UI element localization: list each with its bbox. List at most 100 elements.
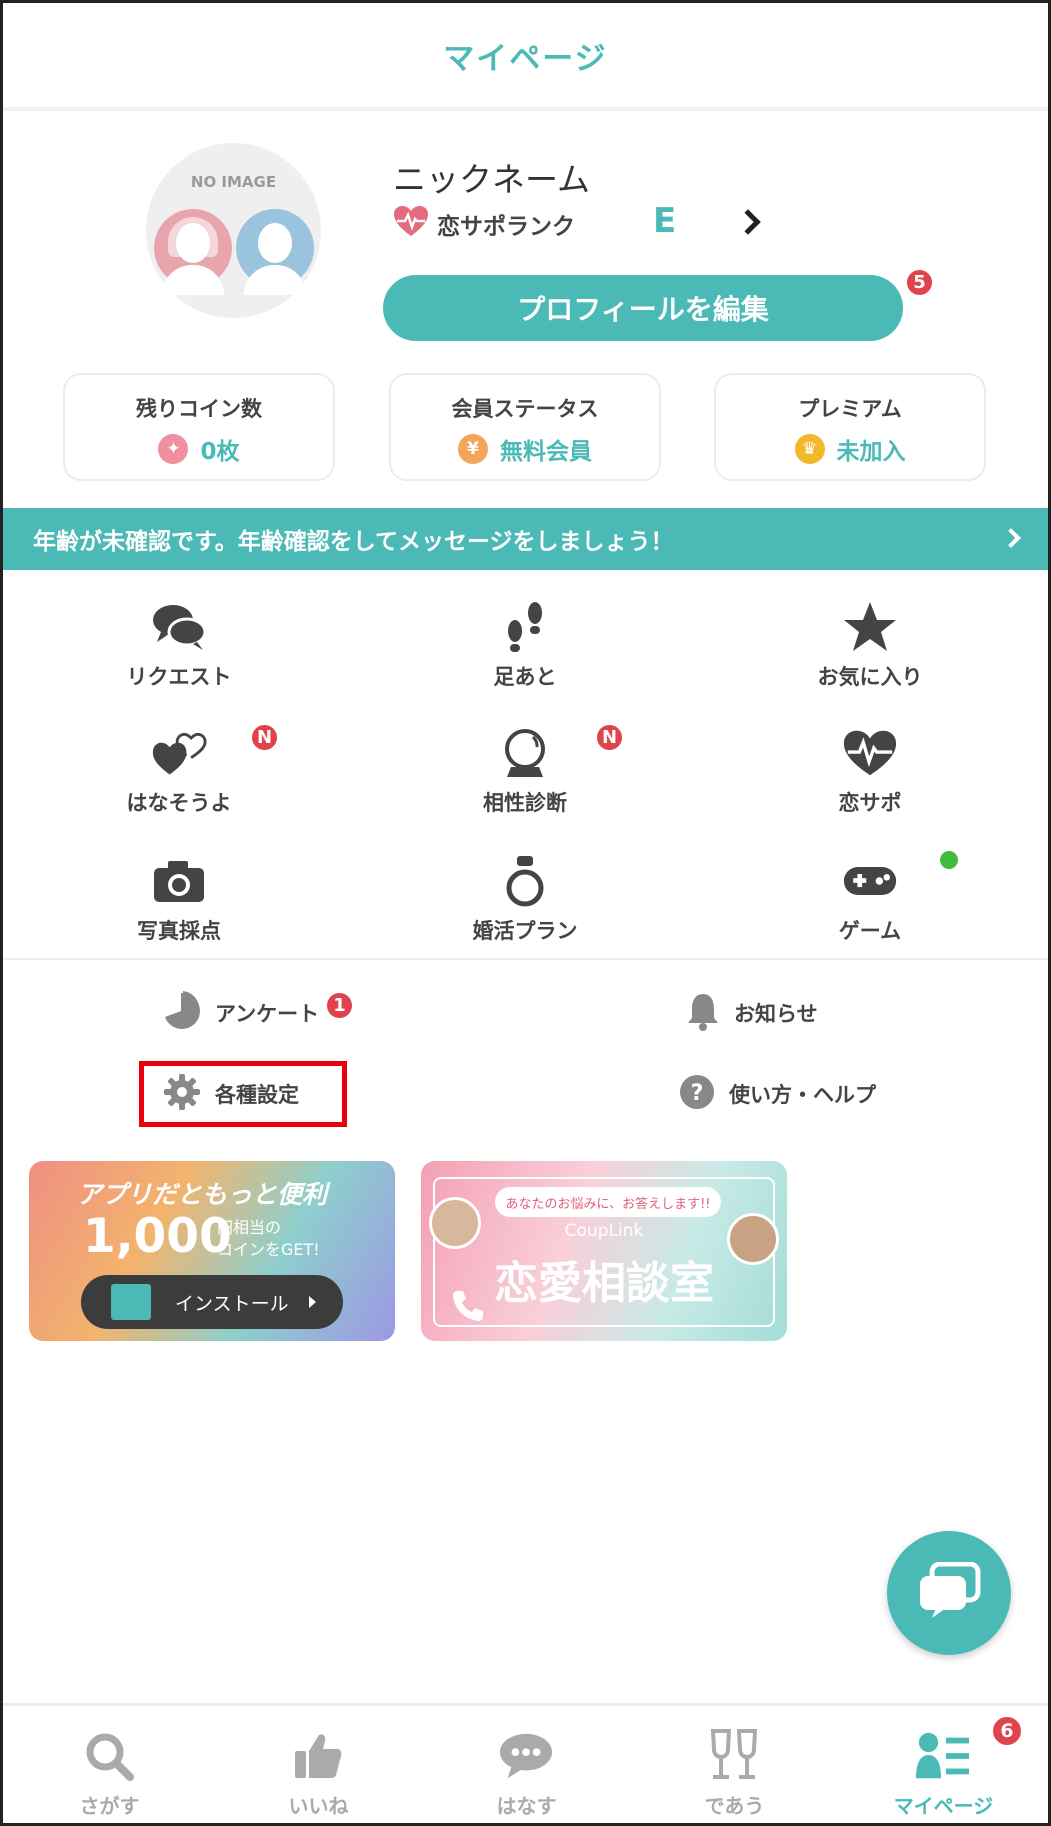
grid-item-favorites[interactable]: お気に入り <box>770 599 970 709</box>
grid-item-request[interactable]: リクエスト <box>79 599 279 709</box>
heart-pulse-icon <box>393 206 429 242</box>
app-banner-sub1: 円相当の <box>217 1218 282 1237</box>
premium-value: 未加入 <box>836 439 906 465</box>
app-banner-amount: 1,000 <box>83 1209 232 1264</box>
grid-label: 恋サポ <box>838 791 902 815</box>
rank-label: 恋サポランク <box>437 214 575 240</box>
app-install-banner[interactable]: アプリだともっと便利 1,000 円相当の コインをGET! インストール <box>29 1161 395 1341</box>
ring-icon <box>497 853 553 909</box>
survey-label: アンケート <box>215 1002 320 1026</box>
online-dot <box>940 851 958 869</box>
heart-pulse-icon <box>842 725 898 781</box>
grid-label: ゲーム <box>838 919 902 943</box>
grid-label: 婚活プラン <box>472 919 578 943</box>
rank-value: E <box>653 201 677 241</box>
app-frame: マイページ NO IMAGE ニックネーム 恋サポランク E プロフィールを編集… <box>0 0 1051 1826</box>
mypage-badge: 6 <box>991 1715 1023 1747</box>
hearts-icon <box>151 725 207 781</box>
woman-photo <box>429 1197 481 1249</box>
age-verification-banner[interactable]: 年齢が未確認です。年齢確認をしてメッセージをしましょう！ <box>3 508 1048 570</box>
rank-row[interactable]: 恋サポランク <box>393 206 575 242</box>
coin-icon: ✦ <box>158 434 189 464</box>
grid-item-hanasouyo[interactable]: はなそうよ <box>79 725 279 835</box>
chat-fab-button[interactable] <box>887 1531 1011 1655</box>
female-silhouette-icon <box>154 209 232 295</box>
mypage-icon <box>915 1728 971 1784</box>
grid-label: リクエスト <box>126 665 232 689</box>
consult-pill: あなたのお悩みに、お答えします!! <box>495 1187 721 1217</box>
nickname: ニックネーム <box>393 160 591 199</box>
grid-label: お気に入り <box>817 665 923 689</box>
app-banner-title: アプリだともっと便利 <box>77 1180 328 1209</box>
grid-label: 相性診断 <box>483 791 567 815</box>
gamepad-icon <box>842 853 898 909</box>
bell-icon <box>686 991 720 1035</box>
chat-bubbles-icon <box>916 1561 982 1624</box>
grid-item-game[interactable]: ゲーム <box>770 853 970 963</box>
tab-label: さがす <box>79 1794 140 1818</box>
edit-profile-badge: 5 <box>905 268 934 297</box>
phone-icon <box>451 1289 485 1327</box>
app-banner-sub2: コインをGET! <box>217 1240 320 1259</box>
member-status-card[interactable]: 会員ステータス ¥ 無料会員 <box>389 373 661 481</box>
play-arrow-icon <box>308 1296 316 1308</box>
install-label: インストール <box>175 1292 289 1315</box>
notice-label: お知らせ <box>734 1002 818 1026</box>
install-button[interactable]: インストール <box>81 1275 343 1329</box>
coin-title: 残りコイン数 <box>136 397 262 421</box>
premium-icon: ♛ <box>794 434 825 464</box>
grid-label: はなそうよ <box>126 791 232 815</box>
new-badge: N <box>595 723 624 752</box>
grid-item-koisapo[interactable]: 恋サポ <box>770 725 970 835</box>
tab-like[interactable]: いいね <box>214 1706 423 1823</box>
tab-label: であう <box>704 1794 765 1818</box>
glasses-icon <box>706 1728 762 1784</box>
edit-profile-label: プロフィールを編集 <box>517 293 769 326</box>
grid-item-footprints[interactable]: 足あと <box>425 599 625 709</box>
tab-search[interactable]: さがす <box>5 1706 214 1823</box>
grid-label: 写真採点 <box>137 919 221 943</box>
chevron-right-icon <box>1001 528 1021 548</box>
grid-item-photo-rating[interactable]: 写真採点 <box>79 853 279 963</box>
star-icon <box>842 599 898 655</box>
notice-link[interactable]: お知らせ <box>686 991 818 1035</box>
yen-icon: ¥ <box>458 434 488 464</box>
bottom-tab-bar: さがす いいね はなす であう マイページ <box>3 1703 1048 1823</box>
premium-card[interactable]: プレミアム ♛ 未加入 <box>714 373 986 481</box>
survey-link[interactable]: アンケート <box>161 991 319 1035</box>
man-photo <box>727 1213 779 1265</box>
coupon-icon <box>111 1284 151 1320</box>
tab-talk[interactable]: はなす <box>422 1706 631 1823</box>
avatar[interactable]: NO IMAGE <box>146 143 321 318</box>
survey-badge: 1 <box>325 991 354 1020</box>
coin-value: 0枚 <box>200 439 240 465</box>
help-icon: ? <box>679 1074 715 1114</box>
tab-meet[interactable]: であう <box>630 1706 839 1823</box>
pie-chart-icon <box>161 991 201 1035</box>
member-status-value: 無料会員 <box>500 439 592 465</box>
search-icon <box>81 1728 137 1784</box>
chevron-right-icon[interactable] <box>735 209 761 235</box>
help-link[interactable]: ? 使い方・ヘルプ <box>679 1072 876 1116</box>
no-image-label: NO IMAGE <box>190 173 277 191</box>
speech-bubbles-icon <box>151 599 207 655</box>
tab-label: はなす <box>496 1794 557 1818</box>
tab-label: マイページ <box>893 1794 994 1818</box>
grid-label: 足あと <box>493 665 557 689</box>
camera-icon <box>151 853 207 909</box>
svg-text:?: ? <box>691 1081 704 1106</box>
member-status-title: 会員ステータス <box>451 397 599 421</box>
footprints-icon <box>497 599 553 655</box>
male-silhouette-icon <box>236 209 314 295</box>
grid-item-marriage-plan[interactable]: 婚活プラン <box>425 853 625 963</box>
coin-card[interactable]: 残りコイン数 ✦ 0枚 <box>63 373 335 481</box>
consultation-banner[interactable]: あなたのお悩みに、お答えします!! CoupLink 恋愛相談室 <box>421 1161 787 1341</box>
edit-profile-button[interactable]: プロフィールを編集 <box>383 275 903 341</box>
thumbs-up-icon <box>290 1728 346 1784</box>
age-banner-text: 年齢が未確認です。年齢確認をしてメッセージをしましょう！ <box>33 529 674 555</box>
page-title: マイページ <box>443 40 608 77</box>
new-badge: N <box>250 723 279 752</box>
crystal-ball-icon <box>497 725 553 781</box>
settings-highlight-box <box>139 1061 347 1127</box>
divider <box>3 958 1048 960</box>
